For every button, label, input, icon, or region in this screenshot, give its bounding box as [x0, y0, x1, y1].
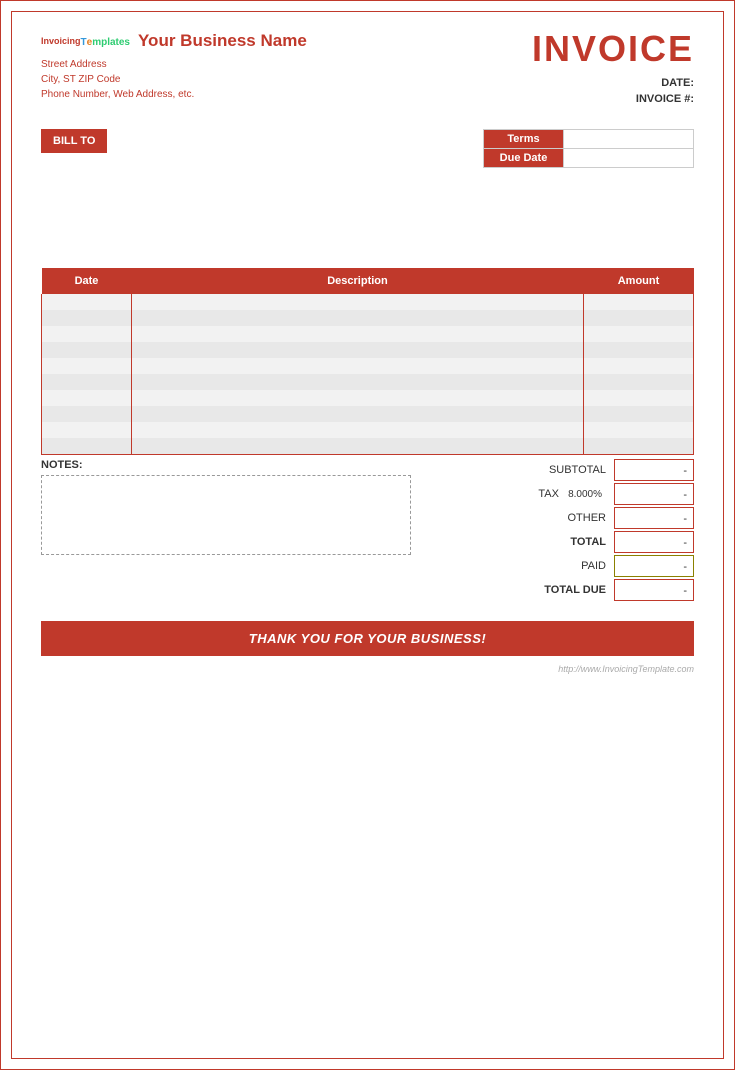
row-amount[interactable]: [584, 374, 694, 390]
row-description[interactable]: [132, 358, 584, 374]
row-date[interactable]: [42, 422, 132, 438]
bill-terms-row: BILL TO Terms Due Date: [41, 129, 694, 168]
header-right: INVOICE DATE: INVOICE #:: [532, 31, 694, 109]
table-row[interactable]: [42, 342, 694, 358]
row-date[interactable]: [42, 310, 132, 326]
total-due-value: -: [614, 579, 694, 601]
total-due-label: TOTAL DUE: [464, 584, 614, 596]
header-left: InvoicingTemplates Your Business Name St…: [41, 31, 307, 102]
subtotal-label: SUBTOTAL: [464, 464, 614, 476]
row-amount[interactable]: [584, 310, 694, 326]
row-date[interactable]: [42, 342, 132, 358]
bill-to-badge: BILL TO: [41, 129, 107, 153]
row-description[interactable]: [132, 406, 584, 422]
invoice-title: INVOICE: [532, 31, 694, 67]
terms-value[interactable]: [564, 130, 694, 149]
table-row[interactable]: [42, 406, 694, 422]
table-row[interactable]: [42, 326, 694, 342]
row-description[interactable]: [132, 390, 584, 406]
row-amount[interactable]: [584, 326, 694, 342]
paid-row: PAID -: [464, 555, 694, 577]
row-amount[interactable]: [584, 294, 694, 310]
row-description[interactable]: [132, 342, 584, 358]
notes-area: NOTES:: [41, 459, 444, 555]
row-date[interactable]: [42, 358, 132, 374]
footer-bar: THANK YOU FOR YOUR BUSINESS!: [41, 621, 694, 656]
table-row[interactable]: [42, 358, 694, 374]
row-date[interactable]: [42, 390, 132, 406]
total-value: -: [614, 531, 694, 553]
items-table: Date Description Amount: [41, 268, 694, 455]
paid-label: PAID: [464, 560, 614, 572]
subtotal-row: SUBTOTAL -: [464, 459, 694, 481]
other-row: OTHER -: [464, 507, 694, 529]
due-date-label: Due Date: [484, 149, 564, 168]
tax-label: TAX 8.000%: [464, 488, 614, 500]
col-date-header: Date: [42, 268, 132, 294]
invoice-num-label: INVOICE #:: [636, 93, 694, 105]
table-row[interactable]: [42, 438, 694, 455]
row-description[interactable]: [132, 310, 584, 326]
row-date[interactable]: [42, 326, 132, 342]
col-amount-header: Amount: [584, 268, 694, 294]
tax-row: TAX 8.000% -: [464, 483, 694, 505]
table-row[interactable]: [42, 310, 694, 326]
row-amount[interactable]: [584, 358, 694, 374]
row-date[interactable]: [42, 406, 132, 422]
table-row[interactable]: [42, 294, 694, 310]
total-row: TOTAL -: [464, 531, 694, 553]
logo-box: InvoicingTemplates: [41, 37, 130, 48]
address-line2: City, ST ZIP Code: [41, 72, 307, 87]
row-date[interactable]: [42, 438, 132, 455]
other-label: OTHER: [464, 512, 614, 524]
watermark: http://www.InvoicingTemplate.com: [41, 664, 694, 674]
row-amount[interactable]: [584, 422, 694, 438]
other-value: -: [614, 507, 694, 529]
date-label: DATE:: [661, 77, 694, 89]
row-date[interactable]: [42, 374, 132, 390]
row-amount[interactable]: [584, 342, 694, 358]
total-label: TOTAL: [464, 536, 614, 548]
bill-address-area: [41, 178, 694, 258]
address-line3: Phone Number, Web Address, etc.: [41, 87, 307, 102]
tax-rate: 8.000%: [568, 489, 602, 500]
row-description[interactable]: [132, 374, 584, 390]
terms-table: Terms Due Date: [483, 129, 694, 168]
row-amount[interactable]: [584, 438, 694, 455]
due-date-value[interactable]: [564, 149, 694, 168]
subtotal-value: -: [614, 459, 694, 481]
business-name: Your Business Name: [138, 31, 307, 51]
table-row[interactable]: [42, 390, 694, 406]
col-description-header: Description: [132, 268, 584, 294]
row-amount[interactable]: [584, 406, 694, 422]
paid-value: -: [614, 555, 694, 577]
row-description[interactable]: [132, 438, 584, 455]
row-description[interactable]: [132, 326, 584, 342]
row-date[interactable]: [42, 294, 132, 310]
logo-templates-rest: mplates: [92, 37, 130, 48]
terms-label: Terms: [484, 130, 564, 149]
summary-notes-row: NOTES: SUBTOTAL - TAX 8.000% - OTHER - T…: [41, 459, 694, 603]
summary-table: SUBTOTAL - TAX 8.000% - OTHER - TOTAL - …: [464, 459, 694, 603]
table-row[interactable]: [42, 422, 694, 438]
header: InvoicingTemplates Your Business Name St…: [41, 31, 694, 109]
table-row[interactable]: [42, 374, 694, 390]
row-description[interactable]: [132, 422, 584, 438]
total-due-row: TOTAL DUE -: [464, 579, 694, 601]
notes-label: NOTES:: [41, 459, 444, 471]
row-description[interactable]: [132, 294, 584, 310]
address-line1: Street Address: [41, 57, 307, 72]
tax-value: -: [614, 483, 694, 505]
logo-invoicing: Invoicing: [41, 37, 81, 47]
notes-box[interactable]: [41, 475, 411, 555]
date-invoice: DATE: INVOICE #:: [532, 77, 694, 105]
row-amount[interactable]: [584, 390, 694, 406]
logo-area: InvoicingTemplates Your Business Name: [41, 31, 307, 53]
invoice-page: InvoicingTemplates Your Business Name St…: [0, 0, 735, 1070]
